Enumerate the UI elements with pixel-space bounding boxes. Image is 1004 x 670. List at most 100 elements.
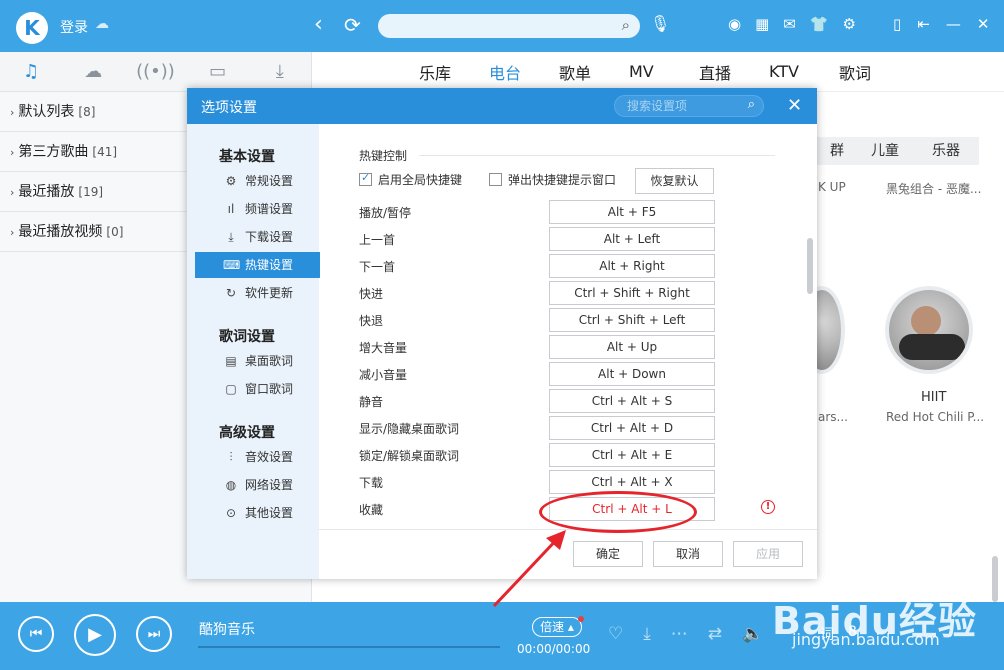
- music-note-icon[interactable]: ♫: [11, 61, 51, 82]
- main-scrollbar[interactable]: [992, 556, 998, 602]
- category-chip[interactable]: 乐器: [913, 137, 979, 165]
- ok-button[interactable]: 确定: [573, 541, 643, 567]
- next-icon[interactable]: ⏭: [136, 616, 172, 652]
- settings-icon[interactable]: ⚙: [843, 15, 856, 33]
- apply-button[interactable]: 应用: [733, 541, 803, 567]
- category-chip[interactable]: 群: [817, 137, 857, 165]
- chevron-right-icon: ›: [10, 226, 15, 239]
- microphone-icon[interactable]: 🎙: [650, 14, 670, 33]
- progress-bar[interactable]: [198, 646, 500, 648]
- mini-mode-icon[interactable]: ▯: [893, 15, 901, 33]
- back-icon[interactable]: ‹: [314, 12, 323, 37]
- station-subtitle: 黑兔组合 - 恶魔...: [886, 182, 982, 196]
- top-bar: K 登录 ☁ ‹ ⟳ ⌕ 🎙 ◉ ▦ ✉ 👕 ⚙ ▯ ⇤ — ✕: [0, 0, 1004, 52]
- checkbox-unchecked[interactable]: [489, 173, 502, 186]
- search-icon[interactable]: ⌕: [622, 16, 630, 34]
- cancel-button[interactable]: 取消: [653, 541, 723, 567]
- kugou-logo-icon[interactable]: K: [16, 12, 48, 44]
- hotkey-input[interactable]: Alt + Up: [549, 335, 715, 359]
- hotkey-input[interactable]: Ctrl + Alt + S: [549, 389, 715, 413]
- hotkey-row: 锁定/解锁桌面歌词 Ctrl + Alt + E: [359, 443, 719, 467]
- hotkey-input[interactable]: Ctrl + Alt + D: [549, 416, 715, 440]
- download-icon[interactable]: ⤓: [643, 624, 651, 644]
- login-link[interactable]: 登录: [60, 17, 88, 37]
- hotkey-row: 下一首 Alt + Right: [359, 254, 719, 278]
- group-title: 基本设置: [219, 149, 275, 165]
- annotation-arrow: [492, 530, 566, 608]
- previous-icon[interactable]: ⏮: [18, 616, 54, 652]
- tab-ktv[interactable]: KTV: [769, 62, 839, 81]
- sidebar-item-spectrum[interactable]: ıl 频谱设置: [195, 196, 320, 222]
- sidebar-item-sound-effects[interactable]: ⫶ 音效设置: [195, 444, 320, 470]
- enable-global-hotkey-checkbox[interactable]: 启用全局快捷键: [359, 171, 462, 188]
- search-input[interactable]: ⌕: [378, 14, 640, 38]
- close-icon[interactable]: ✕: [787, 95, 802, 116]
- close-window-icon[interactable]: ✕: [977, 15, 990, 33]
- sidebar-item-update[interactable]: ↻ 软件更新: [195, 280, 320, 306]
- loop-icon[interactable]: ⇄: [708, 624, 722, 644]
- tab-live[interactable]: 直播: [699, 60, 769, 84]
- popup-hint-checkbox[interactable]: 弹出快捷键提示窗口: [489, 171, 616, 188]
- skin-icon[interactable]: 👕: [810, 15, 829, 33]
- tab-library[interactable]: 乐库: [419, 60, 489, 84]
- chevron-right-icon: ›: [10, 146, 15, 159]
- watermark-url: jingyan.baidu.com: [792, 630, 940, 649]
- left-panel-tabs: ♫ ☁ ((•)) ▭ ⤓: [0, 52, 311, 92]
- device-icon[interactable]: ▭: [198, 61, 238, 82]
- more-circle-icon: ⊙: [225, 506, 237, 520]
- main-tabs: 乐库 电台 歌单 MV 直播 KTV 歌词: [313, 52, 1004, 92]
- search-icon[interactable]: ⌕: [748, 97, 755, 112]
- hotkey-input[interactable]: Ctrl + Alt + E: [549, 443, 715, 467]
- content-scrollbar[interactable]: [807, 238, 813, 294]
- dialog-title: 选项设置: [201, 100, 257, 116]
- speed-button[interactable]: 倍速 ▴: [532, 617, 582, 637]
- cloud-tab-icon[interactable]: ☁: [73, 61, 113, 82]
- radio-icon[interactable]: ((•)): [135, 61, 175, 82]
- hotkey-input[interactable]: Alt + Down: [549, 362, 715, 386]
- apps-icon[interactable]: ▦: [755, 15, 769, 33]
- station-cover[interactable]: [885, 286, 973, 374]
- heart-icon[interactable]: ♡: [608, 624, 623, 644]
- gear-icon: ⚙: [225, 174, 237, 188]
- category-chip[interactable]: 儿童: [857, 137, 913, 165]
- warning-icon[interactable]: !: [761, 500, 775, 514]
- hotkey-row: 快进 Ctrl + Shift + Right: [359, 281, 719, 305]
- more-icon[interactable]: ⋯: [671, 624, 688, 644]
- sidebar-item-network[interactable]: ◍ 网络设置: [195, 472, 320, 498]
- hotkey-row: 显示/隐藏桌面歌词 Ctrl + Alt + D: [359, 416, 719, 440]
- refresh-icon[interactable]: ⟳: [344, 13, 361, 37]
- collapse-icon[interactable]: ⇤: [917, 15, 930, 33]
- cloud-icon[interactable]: ☁: [95, 16, 109, 32]
- checkbox-checked[interactable]: [359, 171, 372, 186]
- minimize-icon[interactable]: —: [946, 15, 961, 33]
- hotkey-input[interactable]: Alt + F5: [549, 200, 715, 224]
- hotkey-input[interactable]: Ctrl + Shift + Left: [549, 308, 715, 332]
- settings-dialog: 选项设置 ⌕ ✕ 基本设置 ⚙常规设置 ıl频谱设置 ⤓下载设置 ⌨热键设置 ↻…: [187, 88, 817, 579]
- settings-search[interactable]: ⌕: [614, 95, 764, 117]
- tab-mv[interactable]: MV: [629, 62, 699, 81]
- tab-radio[interactable]: 电台: [489, 60, 559, 84]
- sidebar-item-desktop-lyrics[interactable]: ▤ 桌面歌词: [195, 348, 320, 374]
- play-time: 00:00/00:00: [517, 642, 591, 656]
- hotkey-row: 上一首 Alt + Left: [359, 227, 719, 251]
- sidebar-item-hotkeys[interactable]: ⌨ 热键设置: [195, 252, 320, 278]
- hotkey-row: 减小音量 Alt + Down: [359, 362, 719, 386]
- sidebar-item-other[interactable]: ⊙ 其他设置: [195, 500, 320, 526]
- sidebar-item-download[interactable]: ⤓ 下载设置: [195, 224, 320, 250]
- restore-default-button[interactable]: 恢复默认: [635, 168, 714, 194]
- sidebar-item-window-lyrics[interactable]: ▢ 窗口歌词: [195, 376, 320, 402]
- volume-icon[interactable]: 🔈: [742, 624, 763, 644]
- settings-search-input[interactable]: [615, 96, 725, 116]
- hotkey-input[interactable]: Alt + Right: [549, 254, 715, 278]
- tab-playlists[interactable]: 歌单: [559, 60, 629, 84]
- hotkey-input[interactable]: Ctrl + Shift + Right: [549, 281, 715, 305]
- record-icon[interactable]: ◉: [728, 15, 741, 33]
- hotkey-row: 播放/暂停 Alt + F5: [359, 200, 719, 224]
- tab-lyrics[interactable]: 歌词: [839, 60, 909, 84]
- sidebar-item-general[interactable]: ⚙ 常规设置: [195, 168, 320, 194]
- mail-icon[interactable]: ✉: [783, 15, 796, 33]
- play-icon[interactable]: ▶: [74, 614, 116, 656]
- desktop-lyrics-icon: ▤: [225, 354, 237, 368]
- hotkey-input[interactable]: Alt + Left: [549, 227, 715, 251]
- download-tab-icon[interactable]: ⤓: [260, 61, 300, 82]
